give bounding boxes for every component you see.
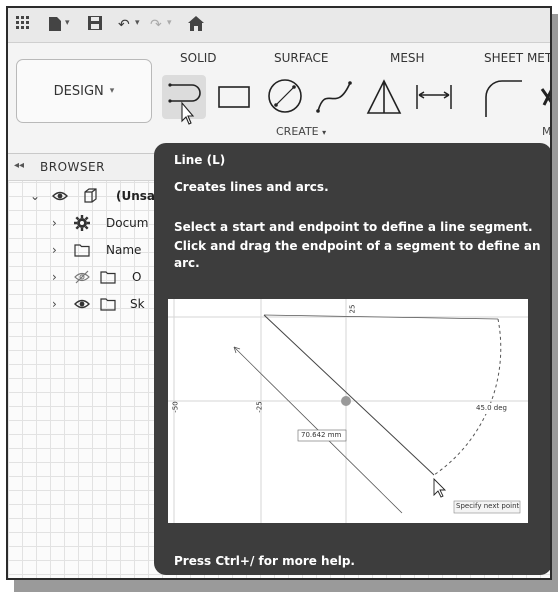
- tooltip-description-arc: Click and drag the endpoint of a segment…: [174, 239, 541, 270]
- folder-icon: [100, 296, 116, 315]
- preview-angle-label: 45.0 deg: [476, 404, 508, 412]
- ribbon-overflow-label: M: [542, 125, 552, 138]
- spline-icon: [316, 81, 352, 113]
- rectangle-icon: [218, 86, 250, 108]
- offset-icon: [540, 88, 550, 106]
- dimension-tool-button[interactable]: [414, 83, 454, 115]
- app-window: ▾ ↶ ▾ ↷ ▾ DESIGN ▾ SOLID SURFACE MESH SH…: [6, 6, 552, 580]
- frame-shadow-right: [552, 14, 558, 584]
- preview-prompt-label: Specify next point: [456, 502, 520, 510]
- workspace-switcher-button[interactable]: DESIGN ▾: [16, 59, 152, 123]
- tree-item-sketches[interactable]: › Sk: [8, 292, 168, 318]
- preview-top-label: 25: [348, 304, 357, 314]
- line-icon: [168, 83, 201, 125]
- save-icon[interactable]: [88, 16, 102, 34]
- tree-item-label: (Unsa: [116, 189, 156, 203]
- chevron-down-icon: ▾: [109, 86, 115, 96]
- tree-item-label: O: [132, 270, 142, 284]
- fillet-tool-button[interactable]: [482, 77, 522, 121]
- folder-icon: [100, 269, 116, 288]
- preview-left-label-1: -50: [171, 401, 180, 413]
- chevron-down-icon[interactable]: ⌄: [30, 189, 40, 203]
- spline-tool-button[interactable]: [314, 77, 354, 119]
- eye-icon[interactable]: [74, 296, 90, 315]
- browser-title: BROWSER: [40, 160, 105, 174]
- component-icon: [82, 188, 98, 208]
- create-dropdown[interactable]: CREATE ▾: [276, 125, 326, 138]
- frame-shadow-bottom: [14, 580, 558, 592]
- dimension-icon: [416, 85, 452, 109]
- redo-dropdown-icon[interactable]: ▾: [167, 18, 172, 28]
- tree-item-label: Sk: [130, 297, 145, 311]
- chevron-right-icon[interactable]: ›: [52, 216, 57, 230]
- preview-left-label-2: -25: [255, 401, 264, 413]
- triangle-icon: [366, 79, 402, 114]
- redo-icon[interactable]: ↷: [150, 16, 162, 34]
- chevron-right-icon[interactable]: ›: [52, 270, 57, 284]
- eye-hidden-icon[interactable]: [74, 269, 90, 288]
- home-icon[interactable]: [188, 16, 204, 35]
- tooltip-summary: Creates lines and arcs.: [174, 180, 329, 194]
- quick-access-toolbar: ▾ ↶ ▾ ↷ ▾: [8, 8, 550, 43]
- app-grid-icon[interactable]: [16, 16, 30, 34]
- tab-solid[interactable]: SOLID: [180, 51, 217, 65]
- file-icon[interactable]: [48, 16, 62, 36]
- tooltip-preview-image: 25 -50 -25 45.0 deg 70.642 mm Specify ne…: [168, 299, 528, 523]
- undo-dropdown-icon[interactable]: ▾: [135, 18, 140, 28]
- chevron-right-icon[interactable]: ›: [52, 243, 57, 257]
- circle-tool-button[interactable]: [266, 77, 304, 119]
- create-label: CREATE: [276, 125, 319, 138]
- offset-tool-button[interactable]: [540, 85, 550, 119]
- chevron-right-icon[interactable]: ›: [52, 297, 57, 311]
- eye-icon[interactable]: [52, 188, 68, 207]
- tree-item-label: Name: [106, 243, 142, 257]
- preview-length-label: 70.642 mm: [301, 431, 342, 439]
- ribbon: DESIGN ▾ SOLID SURFACE MESH SHEET MET M …: [8, 43, 552, 154]
- tooltip-title: Line (L): [174, 153, 226, 167]
- folder-icon: [74, 242, 90, 261]
- triangle-tool-button[interactable]: [364, 79, 404, 119]
- tree-item-document-settings[interactable]: › Docum: [8, 211, 168, 237]
- gear-icon: [74, 215, 90, 235]
- fillet-icon: [485, 80, 522, 117]
- tab-surface[interactable]: SURFACE: [274, 51, 329, 65]
- line-tool-tooltip: Line (L) Creates lines and arcs. Select …: [154, 143, 550, 575]
- undo-icon[interactable]: ↶: [118, 16, 130, 34]
- tree-item-root[interactable]: ⌄ (Unsa: [8, 184, 168, 210]
- tree-item-origin[interactable]: › O: [8, 265, 168, 291]
- tree-item-label: Docum: [106, 216, 149, 230]
- tooltip-help-hint: Press Ctrl+/ for more help.: [174, 554, 355, 568]
- tab-mesh[interactable]: MESH: [390, 51, 425, 65]
- tooltip-description-line-segment: Select a start and endpoint to define a …: [174, 220, 533, 234]
- rectangle-tool-button[interactable]: [216, 83, 252, 115]
- collapse-panel-icon[interactable]: ◂◂: [14, 160, 24, 171]
- tab-sheet-metal[interactable]: SHEET MET: [484, 51, 550, 65]
- tree-item-named-views[interactable]: › Name: [8, 238, 168, 264]
- circle-icon: [268, 79, 302, 113]
- workspace-label: DESIGN: [53, 83, 104, 99]
- chevron-down-icon: ▾: [322, 128, 327, 137]
- line-tool-button[interactable]: [162, 75, 206, 125]
- file-dropdown-icon[interactable]: ▾: [65, 18, 70, 28]
